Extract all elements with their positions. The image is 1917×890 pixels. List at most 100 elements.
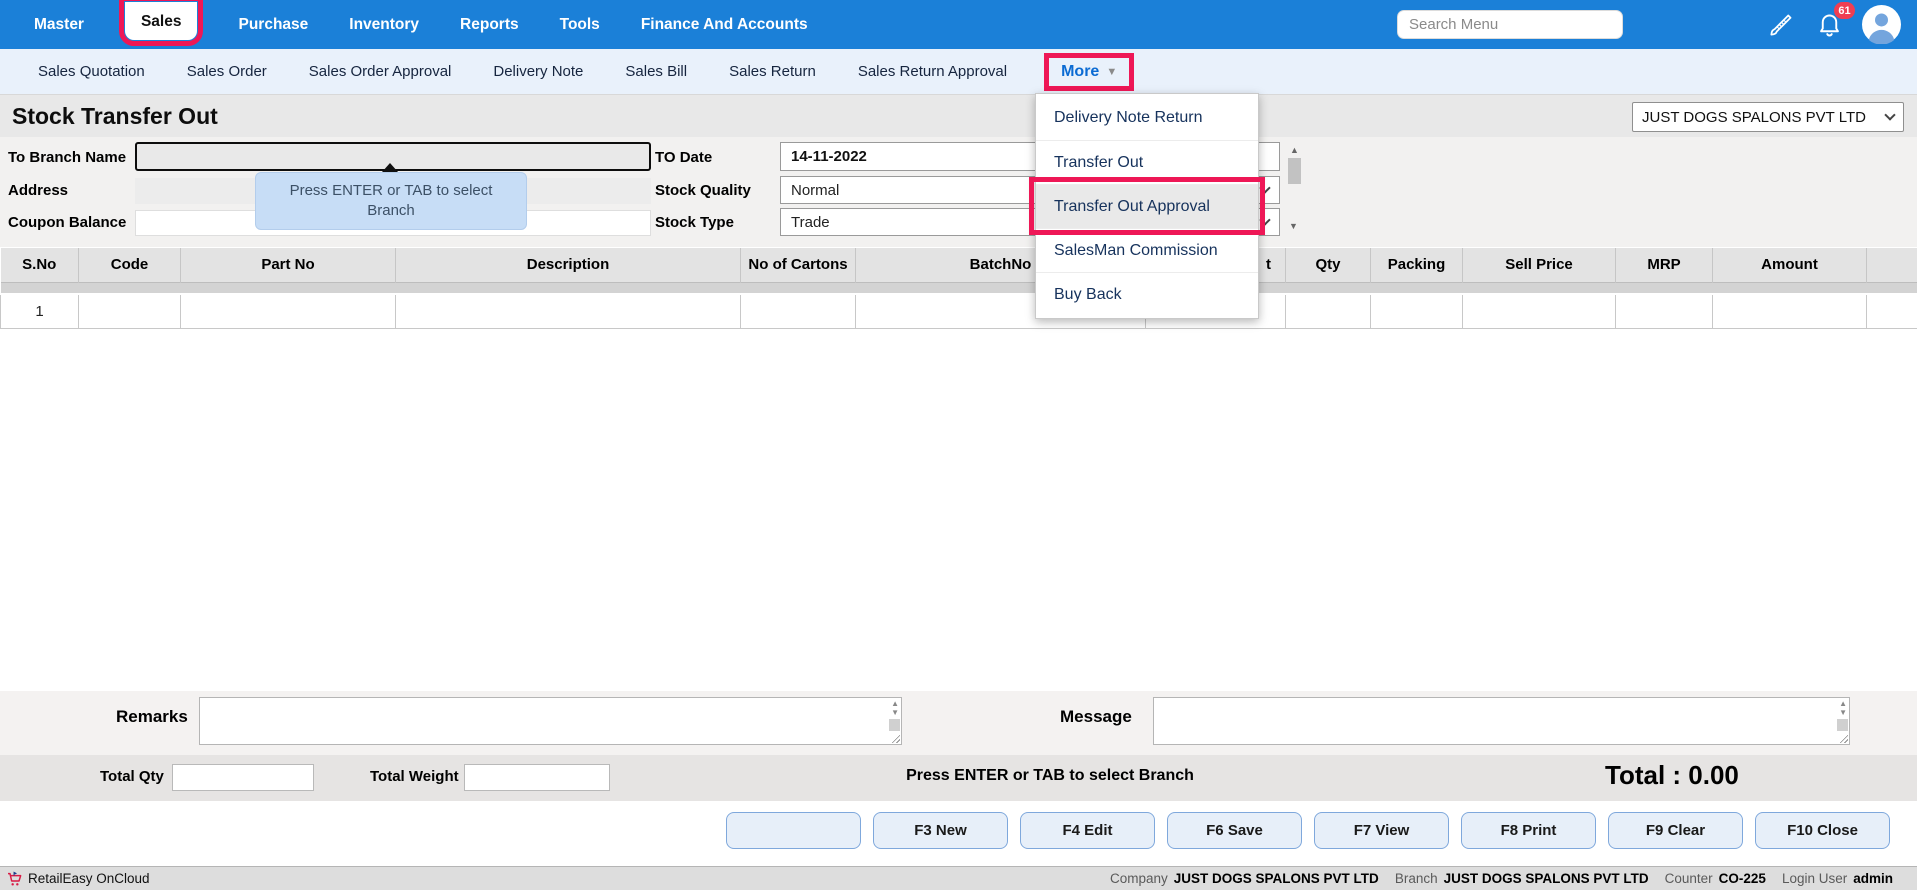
- subnav-delivery-note[interactable]: Delivery Note: [493, 63, 583, 80]
- scroll-down-icon[interactable]: ▼: [1289, 221, 1298, 231]
- counter-key: Counter: [1665, 871, 1713, 886]
- remarks-textarea[interactable]: [200, 698, 901, 744]
- topnav-item-purchase[interactable]: Purchase: [238, 16, 308, 34]
- remarks-label: Remarks: [116, 707, 188, 727]
- chevron-down-icon: [1259, 214, 1270, 225]
- cell-qty[interactable]: [1286, 294, 1371, 328]
- message-textarea-wrap: ▲▼: [1153, 697, 1850, 745]
- subnav-sales-order-approval[interactable]: Sales Order Approval: [309, 63, 452, 80]
- subnav-sales-bill[interactable]: Sales Bill: [625, 63, 687, 80]
- page-title: Stock Transfer Out: [12, 103, 218, 130]
- f6-save-button[interactable]: F6 Save: [1167, 812, 1302, 849]
- topnav-item-master[interactable]: Master: [34, 16, 84, 34]
- topnav-item-finance[interactable]: Finance And Accounts: [641, 16, 808, 34]
- form-scrollbar[interactable]: ▲: [1287, 145, 1302, 209]
- message-label: Message: [1060, 707, 1132, 727]
- scroll-down-icon[interactable]: ▼: [1839, 708, 1847, 717]
- notification-count-badge: 61: [1834, 2, 1855, 19]
- cell-spacer: [1867, 294, 1917, 328]
- scroll-up-icon[interactable]: ▲: [1839, 699, 1847, 708]
- coupon-balance-label: Coupon Balance: [8, 214, 134, 231]
- col-part-no: Part No: [181, 248, 396, 282]
- session-info: Company JUST DOGS SPALONS PVT LTD Branch…: [1110, 871, 1893, 886]
- menu-item-transfer-out[interactable]: Transfer Out: [1036, 140, 1258, 184]
- total-qty-label: Total Qty: [100, 768, 164, 785]
- total-qty-input[interactable]: [172, 764, 314, 791]
- transfer-form: To Branch Name Address Coupon Balance TO…: [0, 137, 1917, 247]
- company-selector-value: JUST DOGS SPALONS PVT LTD: [1642, 109, 1866, 126]
- status-bar: RetailEasy OnCloud Company JUST DOGS SPA…: [0, 866, 1917, 890]
- stock-type-label: Stock Type: [655, 214, 775, 231]
- scrollbar-thumb[interactable]: [1288, 158, 1301, 184]
- more-dropdown-menu: Delivery Note Return Transfer Out Transf…: [1035, 93, 1259, 319]
- col-packing: Packing: [1371, 248, 1463, 282]
- subnav-sales-return-approval[interactable]: Sales Return Approval: [858, 63, 1007, 80]
- scroll-down-icon[interactable]: ▼: [891, 708, 899, 717]
- top-navbar: Master Sales Purchase Inventory Reports …: [0, 0, 1917, 49]
- total-weight-input[interactable]: [464, 764, 610, 791]
- subnav-sales-order[interactable]: Sales Order: [187, 63, 267, 80]
- blank-button[interactable]: [726, 812, 861, 849]
- to-branch-label: To Branch Name: [8, 149, 134, 166]
- menu-item-salesman-commission[interactable]: SalesMan Commission: [1036, 228, 1258, 272]
- f9-clear-button[interactable]: F9 Clear: [1608, 812, 1743, 849]
- topnav-item-sales-active[interactable]: Sales: [125, 2, 198, 40]
- col-sell-price: Sell Price: [1463, 248, 1616, 282]
- stock-type-value: Trade: [791, 214, 830, 231]
- grand-total: Total : 0.00: [1605, 760, 1739, 791]
- cell-code[interactable]: [79, 294, 181, 328]
- cell-amount[interactable]: [1713, 294, 1867, 328]
- cell-sell-price[interactable]: [1463, 294, 1616, 328]
- theme-brush-icon[interactable]: [1768, 11, 1795, 43]
- scrollbar-thumb[interactable]: [1837, 719, 1848, 731]
- scroll-up-icon[interactable]: ▲: [891, 699, 899, 708]
- col-sno: S.No: [1, 248, 79, 282]
- menu-item-delivery-note-return[interactable]: Delivery Note Return: [1036, 96, 1258, 140]
- subnav-sales-return[interactable]: Sales Return: [729, 63, 816, 80]
- textarea-scroll-arrows[interactable]: ▲▼: [891, 699, 899, 717]
- sales-sub-navbar: Sales Quotation Sales Order Sales Order …: [0, 49, 1917, 95]
- stock-quality-value: Normal: [791, 182, 839, 199]
- f7-view-button[interactable]: F7 View: [1314, 812, 1449, 849]
- cell-part-no[interactable]: [181, 294, 396, 328]
- remarks-band: Remarks ▲▼ Message ▲▼: [0, 691, 1917, 755]
- address-label: Address: [8, 182, 134, 199]
- company-selector-dropdown[interactable]: JUST DOGS SPALONS PVT LTD: [1632, 102, 1904, 132]
- cell-description[interactable]: [396, 294, 741, 328]
- f3-new-button[interactable]: F3 New: [873, 812, 1008, 849]
- textarea-scroll-arrows[interactable]: ▲▼: [1839, 699, 1847, 717]
- menu-item-buy-back[interactable]: Buy Back: [1036, 272, 1258, 316]
- cell-no-of-cartons[interactable]: [741, 294, 856, 328]
- grid-row-1: 1: [1, 294, 1917, 328]
- col-spacer: [1867, 248, 1917, 282]
- col-code: Code: [79, 248, 181, 282]
- grid-filter-strip: [1, 282, 1917, 294]
- topnav-item-tools[interactable]: Tools: [560, 16, 600, 34]
- app-name: RetailEasy OnCloud: [28, 871, 150, 886]
- scroll-up-icon[interactable]: ▲: [1290, 145, 1299, 155]
- search-menu-input[interactable]: [1397, 10, 1623, 39]
- f8-print-button[interactable]: F8 Print: [1461, 812, 1596, 849]
- login-user-value: admin: [1853, 871, 1893, 886]
- col-qty: Qty: [1286, 248, 1371, 282]
- branch-select-hint: Press ENTER or TAB to select Branch: [850, 767, 1250, 785]
- col-no-of-cartons: No of Cartons: [741, 248, 856, 282]
- topnav-item-reports[interactable]: Reports: [460, 16, 519, 34]
- chevron-down-icon: [1259, 182, 1270, 193]
- user-avatar[interactable]: [1862, 5, 1901, 44]
- subnav-sales-quotation[interactable]: Sales Quotation: [38, 63, 145, 80]
- menu-item-transfer-out-approval[interactable]: Transfer Out Approval: [1036, 184, 1258, 228]
- branch-key: Branch: [1395, 871, 1438, 886]
- cell-mrp[interactable]: [1616, 294, 1713, 328]
- actions-band: F3 New F4 Edit F6 Save F7 View F8 Print …: [0, 801, 1917, 866]
- total-weight-label: Total Weight: [370, 768, 459, 785]
- cell-sno[interactable]: 1: [1, 294, 79, 328]
- cell-packing[interactable]: [1371, 294, 1463, 328]
- scrollbar-thumb[interactable]: [889, 719, 900, 731]
- f10-close-button[interactable]: F10 Close: [1755, 812, 1890, 849]
- items-grid: S.No Code Part No Description No of Cart…: [0, 248, 1917, 329]
- f4-edit-button[interactable]: F4 Edit: [1020, 812, 1155, 849]
- topnav-item-inventory[interactable]: Inventory: [349, 16, 419, 34]
- more-menu-button[interactable]: More ▼: [1049, 58, 1129, 86]
- message-textarea[interactable]: [1154, 698, 1849, 744]
